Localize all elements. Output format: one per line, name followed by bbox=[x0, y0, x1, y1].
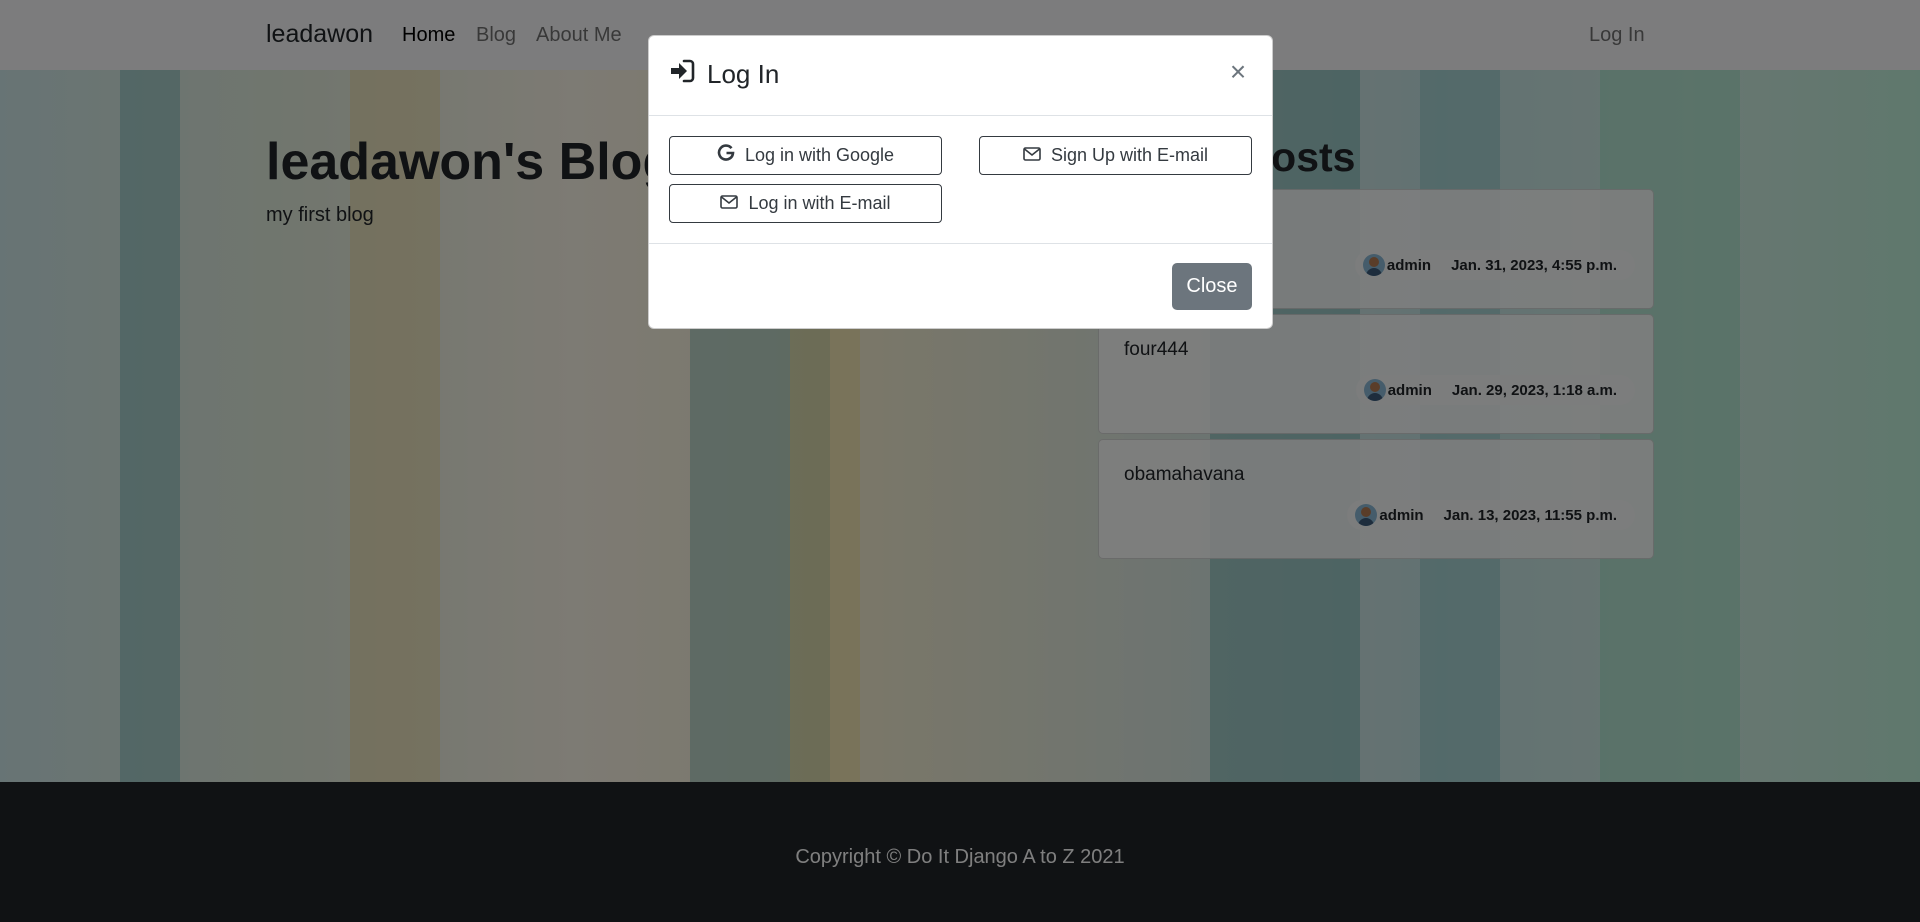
modal-header: Log In × bbox=[649, 36, 1272, 116]
modal-footer: Close bbox=[649, 243, 1272, 330]
signup-email-label: Sign Up with E-mail bbox=[1050, 145, 1209, 165]
login-email-label: Log in with E-mail bbox=[748, 193, 891, 213]
login-google-button[interactable]: Log in with Google bbox=[669, 136, 942, 175]
envelope-icon bbox=[720, 193, 739, 214]
modal-title: Log In bbox=[669, 59, 779, 90]
envelope-icon bbox=[1023, 145, 1041, 166]
close-button[interactable]: Close bbox=[1172, 263, 1252, 310]
google-icon bbox=[717, 144, 735, 167]
login-google-label: Log in with Google bbox=[744, 145, 895, 165]
signup-email-button[interactable]: Sign Up with E-mail bbox=[979, 136, 1252, 175]
modal-title-text: Log In bbox=[707, 59, 780, 89]
modal-body: Log in with Google Sign Up with E-mail L… bbox=[649, 116, 1272, 243]
login-email-button[interactable]: Log in with E-mail bbox=[669, 184, 942, 223]
login-modal: Log In × Log in with Google Sign Up with… bbox=[648, 35, 1273, 329]
close-icon[interactable]: × bbox=[1224, 58, 1252, 86]
sign-in-icon bbox=[669, 59, 695, 90]
